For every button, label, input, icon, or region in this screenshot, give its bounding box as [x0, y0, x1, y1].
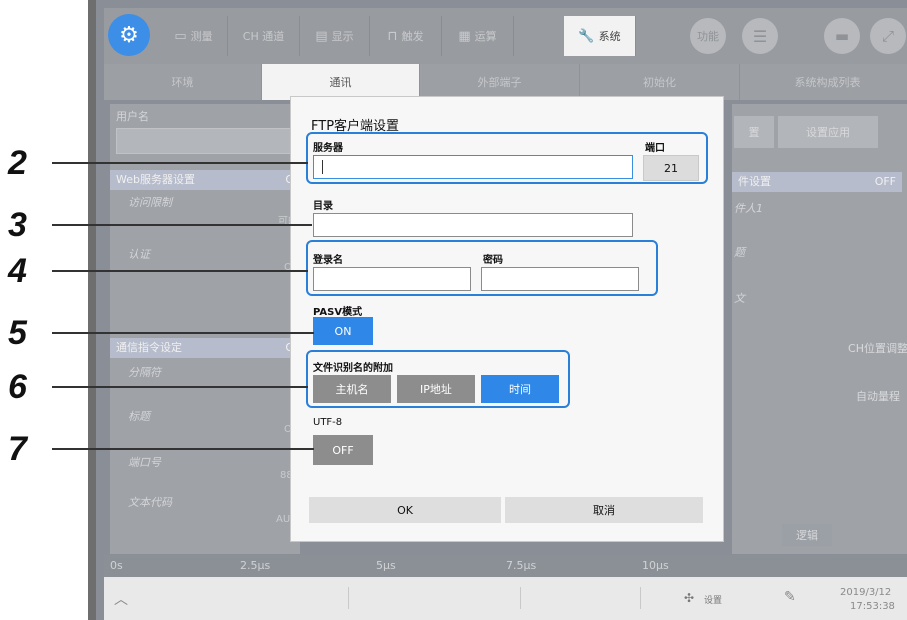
- gear-icon[interactable]: ⚙: [108, 14, 150, 56]
- tab-display[interactable]: ▤ 显示: [300, 16, 370, 56]
- username-label: 用户名: [116, 110, 149, 123]
- axis-tick: 5μs: [376, 559, 396, 572]
- list-icon[interactable]: ☰: [742, 18, 778, 54]
- folder-icon[interactable]: ▬: [824, 18, 860, 54]
- auth-label: 认证: [128, 248, 150, 261]
- callout-number-2: 2: [8, 144, 27, 182]
- separator-label: 分隔符: [128, 366, 161, 379]
- trigger-icon: ⊓: [387, 28, 398, 44]
- callout-outline-4: [306, 240, 658, 296]
- cancel-button[interactable]: 取消: [505, 497, 703, 523]
- expand-icon[interactable]: ⤢: [870, 18, 906, 54]
- callout-number-5: 5: [8, 314, 27, 352]
- callout-leader-2: [52, 162, 308, 164]
- xy-settings-label: 设置: [704, 596, 723, 606]
- chevron-up-icon[interactable]: ︿: [114, 589, 128, 609]
- xy-axis-icon[interactable]: ✣: [684, 591, 694, 605]
- ch-position-button[interactable]: CH位置调整: [848, 336, 907, 360]
- access-limit-label: 访问限制: [128, 196, 172, 209]
- callout-leader-6: [52, 386, 308, 388]
- callout-number-4: 4: [8, 252, 27, 290]
- username-field[interactable]: [116, 128, 296, 154]
- axis-tick: 10μs: [642, 559, 669, 572]
- tab-calc[interactable]: ▦ 运算: [442, 16, 514, 56]
- callout-number-7: 7: [8, 430, 27, 468]
- tab-system[interactable]: 🔧 系统: [564, 16, 636, 56]
- probe-icon[interactable]: ✎: [784, 589, 796, 605]
- header-label: 标题: [128, 410, 150, 423]
- mail-settings-header: 件设置 OFF: [732, 172, 902, 192]
- callout-outline-2: [306, 132, 708, 184]
- main-toolbar: ⚙ ▭ 测量 CH 通道 ▤ 显示 ⊓ 触发 ▦ 运算 🔧 系统 功能 ☰ ▬ …: [104, 8, 907, 64]
- bg-set-button[interactable]: 置: [734, 116, 774, 148]
- tab-trigger[interactable]: ⊓ 触发: [370, 16, 442, 56]
- time-label: 17:53:38: [850, 601, 895, 612]
- wrench-icon: 🔧: [578, 28, 595, 44]
- function-button[interactable]: 功能: [690, 18, 726, 54]
- subtab-environment[interactable]: 环境: [104, 64, 262, 100]
- recipient-label: 件人1: [734, 202, 763, 215]
- subtab-communication[interactable]: 通讯: [262, 64, 420, 100]
- axis-tick: 0s: [110, 559, 123, 572]
- utf8-toggle[interactable]: OFF: [313, 435, 373, 465]
- callout-number-3: 3: [8, 206, 27, 244]
- callout-leader-4: [52, 270, 308, 272]
- tab-measure[interactable]: ▭ 测量: [160, 16, 228, 56]
- sub-tab-bar: 环境 通讯 外部端子 初始化 系统构成列表: [104, 64, 907, 100]
- directory-input[interactable]: [313, 213, 633, 237]
- subtab-system-config[interactable]: 系统构成列表: [740, 64, 907, 100]
- callout-leader-5: [52, 332, 314, 334]
- callout-leader-7: [52, 448, 314, 450]
- callout-number-6: 6: [8, 368, 27, 406]
- tab-channel[interactable]: CH 通道: [228, 16, 300, 56]
- port-number-label: 端口号: [128, 456, 161, 469]
- web-settings-header: Web服务器设置 O: [110, 170, 300, 190]
- divider: [348, 587, 349, 609]
- utf8-label: UTF-8: [313, 417, 343, 428]
- calc-icon: ▦: [458, 28, 471, 44]
- logic-button[interactable]: 逻辑: [782, 524, 832, 546]
- ok-button[interactable]: OK: [309, 497, 501, 523]
- auto-range-button[interactable]: 自动量程: [848, 384, 907, 408]
- measure-icon: ▭: [174, 28, 187, 44]
- cmd-settings-header: 通信指令设定 O: [110, 338, 300, 358]
- directory-label: 目录: [313, 201, 333, 212]
- date-label: 2019/3/12: [840, 587, 892, 598]
- axis-tick: 2.5μs: [240, 559, 271, 572]
- status-bar: ︿ ✣ 设置 ✎ 2019/3/12 17:53:38: [104, 577, 907, 620]
- callout-leader-3: [52, 224, 312, 226]
- display-icon: ▤: [315, 28, 328, 44]
- pasv-toggle[interactable]: ON: [313, 317, 373, 345]
- pasv-label: PASV模式: [313, 307, 363, 318]
- text-code-label: 文本代码: [128, 496, 172, 509]
- subtab-initialize[interactable]: 初始化: [580, 64, 740, 100]
- time-axis: 0s 2.5μs 5μs 7.5μs 10μs: [104, 555, 907, 577]
- callout-outline-6: [306, 350, 570, 408]
- axis-tick: 7.5μs: [506, 559, 537, 572]
- divider: [640, 587, 641, 609]
- subtab-external-terminal[interactable]: 外部端子: [420, 64, 580, 100]
- divider: [520, 587, 521, 609]
- body-label: 文: [734, 292, 745, 305]
- subject-label: 题: [734, 246, 745, 259]
- apply-settings-button[interactable]: 设置应用: [778, 116, 878, 148]
